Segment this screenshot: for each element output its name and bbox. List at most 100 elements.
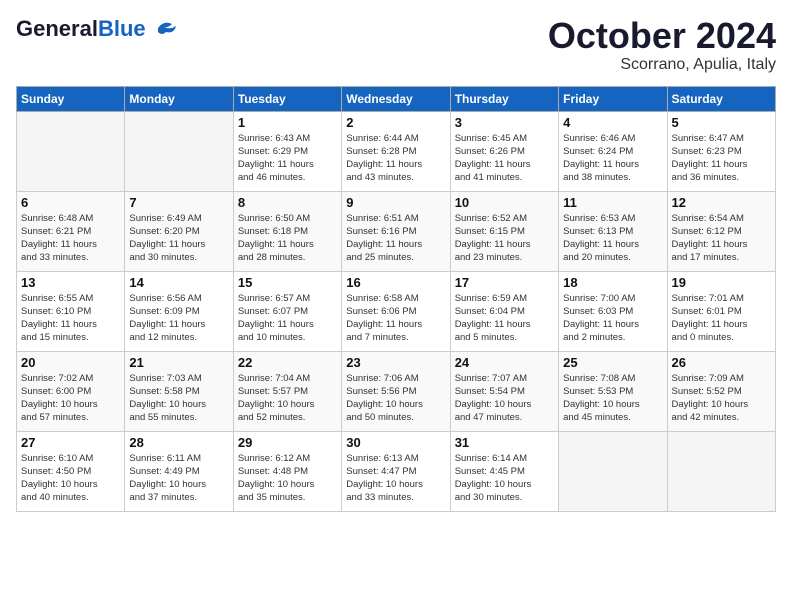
day-number: 8 bbox=[238, 195, 337, 210]
day-number: 25 bbox=[563, 355, 662, 370]
day-info: Sunrise: 6:47 AM Sunset: 6:23 PM Dayligh… bbox=[672, 132, 771, 185]
day-number: 7 bbox=[129, 195, 228, 210]
day-number: 27 bbox=[21, 435, 120, 450]
calendar-cell: 2 Sunrise: 6:44 AM Sunset: 6:28 PM Daylig… bbox=[342, 111, 450, 191]
calendar-cell bbox=[559, 431, 667, 511]
day-info: Sunrise: 7:09 AM Sunset: 5:52 PM Dayligh… bbox=[672, 372, 771, 425]
calendar-cell: 1Sunrise: 6:43 AM Sunset: 6:29 PM Daylig… bbox=[233, 111, 341, 191]
title-area: October 2024 Scorrano, Apulia, Italy bbox=[548, 16, 776, 74]
day-number: 17 bbox=[455, 275, 554, 290]
logo-text: GeneralBlue bbox=[16, 16, 146, 42]
day-info: Sunrise: 7:06 AM Sunset: 5:56 PM Dayligh… bbox=[346, 372, 445, 425]
day-info: Sunrise: 6:44 AM Sunset: 6:28 PM Dayligh… bbox=[346, 132, 445, 185]
calendar-cell: 8 Sunrise: 6:50 AM Sunset: 6:18 PM Daylig… bbox=[233, 191, 341, 271]
day-number: 15 bbox=[238, 275, 337, 290]
weekday-header-thursday: Thursday bbox=[450, 86, 558, 111]
day-info: Sunrise: 6:11 AM Sunset: 4:49 PM Dayligh… bbox=[129, 452, 228, 505]
day-info: Sunrise: 7:01 AM Sunset: 6:01 PM Dayligh… bbox=[672, 292, 771, 345]
day-info: Sunrise: 7:04 AM Sunset: 5:57 PM Dayligh… bbox=[238, 372, 337, 425]
day-info: Sunrise: 6:50 AM Sunset: 6:18 PM Dayligh… bbox=[238, 212, 337, 265]
calendar-cell: 22 Sunrise: 7:04 AM Sunset: 5:57 PM Dayli… bbox=[233, 351, 341, 431]
calendar-week-row: 27 Sunrise: 6:10 AM Sunset: 4:50 PM Dayli… bbox=[17, 431, 776, 511]
day-number: 16 bbox=[346, 275, 445, 290]
month-title: October 2024 bbox=[548, 16, 776, 56]
day-info: Sunrise: 6:59 AM Sunset: 6:04 PM Dayligh… bbox=[455, 292, 554, 345]
weekday-header-friday: Friday bbox=[559, 86, 667, 111]
day-number: 30 bbox=[346, 435, 445, 450]
calendar-cell: 7 Sunrise: 6:49 AM Sunset: 6:20 PM Daylig… bbox=[125, 191, 233, 271]
day-number: 13 bbox=[21, 275, 120, 290]
day-info: Sunrise: 6:49 AM Sunset: 6:20 PM Dayligh… bbox=[129, 212, 228, 265]
weekday-header-monday: Monday bbox=[125, 86, 233, 111]
day-info: Sunrise: 6:13 AM Sunset: 4:47 PM Dayligh… bbox=[346, 452, 445, 505]
day-number: 22 bbox=[238, 355, 337, 370]
day-number: 11 bbox=[563, 195, 662, 210]
calendar-cell: 31Sunrise: 6:14 AM Sunset: 4:45 PM Dayli… bbox=[450, 431, 558, 511]
day-number: 24 bbox=[455, 355, 554, 370]
day-number: 12 bbox=[672, 195, 771, 210]
day-info: Sunrise: 7:03 AM Sunset: 5:58 PM Dayligh… bbox=[129, 372, 228, 425]
weekday-header-sunday: Sunday bbox=[17, 86, 125, 111]
day-number: 18 bbox=[563, 275, 662, 290]
day-info: Sunrise: 6:45 AM Sunset: 6:26 PM Dayligh… bbox=[455, 132, 554, 185]
calendar-cell: 10Sunrise: 6:52 AM Sunset: 6:15 PM Dayli… bbox=[450, 191, 558, 271]
weekday-header-wednesday: Wednesday bbox=[342, 86, 450, 111]
calendar-cell: 12Sunrise: 6:54 AM Sunset: 6:12 PM Dayli… bbox=[667, 191, 775, 271]
day-number: 29 bbox=[238, 435, 337, 450]
day-number: 19 bbox=[672, 275, 771, 290]
day-number: 4 bbox=[563, 115, 662, 130]
calendar-cell: 17 Sunrise: 6:59 AM Sunset: 6:04 PM Dayli… bbox=[450, 271, 558, 351]
calendar-week-row: 1Sunrise: 6:43 AM Sunset: 6:29 PM Daylig… bbox=[17, 111, 776, 191]
day-number: 23 bbox=[346, 355, 445, 370]
day-info: Sunrise: 6:56 AM Sunset: 6:09 PM Dayligh… bbox=[129, 292, 228, 345]
calendar-cell: 26Sunrise: 7:09 AM Sunset: 5:52 PM Dayli… bbox=[667, 351, 775, 431]
day-info: Sunrise: 7:08 AM Sunset: 5:53 PM Dayligh… bbox=[563, 372, 662, 425]
day-info: Sunrise: 6:58 AM Sunset: 6:06 PM Dayligh… bbox=[346, 292, 445, 345]
calendar-cell: 28 Sunrise: 6:11 AM Sunset: 4:49 PM Dayli… bbox=[125, 431, 233, 511]
day-number: 2 bbox=[346, 115, 445, 130]
calendar-table: SundayMondayTuesdayWednesdayThursdayFrid… bbox=[16, 86, 776, 512]
calendar-cell bbox=[17, 111, 125, 191]
calendar-cell: 15 Sunrise: 6:57 AM Sunset: 6:07 PM Dayli… bbox=[233, 271, 341, 351]
day-info: Sunrise: 6:57 AM Sunset: 6:07 PM Dayligh… bbox=[238, 292, 337, 345]
calendar-cell: 18 Sunrise: 7:00 AM Sunset: 6:03 PM Dayli… bbox=[559, 271, 667, 351]
calendar-cell: 29 Sunrise: 6:12 AM Sunset: 4:48 PM Dayli… bbox=[233, 431, 341, 511]
calendar-cell: 14Sunrise: 6:56 AM Sunset: 6:09 PM Dayli… bbox=[125, 271, 233, 351]
weekday-header-saturday: Saturday bbox=[667, 86, 775, 111]
calendar-cell: 4Sunrise: 6:46 AM Sunset: 6:24 PM Daylig… bbox=[559, 111, 667, 191]
calendar-cell: 9Sunrise: 6:51 AM Sunset: 6:16 PM Daylig… bbox=[342, 191, 450, 271]
calendar-cell: 3 Sunrise: 6:45 AM Sunset: 6:26 PM Daylig… bbox=[450, 111, 558, 191]
logo-bird-icon bbox=[150, 18, 180, 40]
logo: GeneralBlue bbox=[16, 16, 180, 42]
calendar-cell: 30 Sunrise: 6:13 AM Sunset: 4:47 PM Dayli… bbox=[342, 431, 450, 511]
day-info: Sunrise: 6:12 AM Sunset: 4:48 PM Dayligh… bbox=[238, 452, 337, 505]
weekday-header-tuesday: Tuesday bbox=[233, 86, 341, 111]
day-number: 1 bbox=[238, 115, 337, 130]
calendar-cell bbox=[667, 431, 775, 511]
day-info: Sunrise: 7:07 AM Sunset: 5:54 PM Dayligh… bbox=[455, 372, 554, 425]
day-number: 5 bbox=[672, 115, 771, 130]
day-info: Sunrise: 7:00 AM Sunset: 6:03 PM Dayligh… bbox=[563, 292, 662, 345]
day-number: 9 bbox=[346, 195, 445, 210]
day-info: Sunrise: 6:48 AM Sunset: 6:21 PM Dayligh… bbox=[21, 212, 120, 265]
calendar-cell: 5 Sunrise: 6:47 AM Sunset: 6:23 PM Daylig… bbox=[667, 111, 775, 191]
calendar-cell: 25 Sunrise: 7:08 AM Sunset: 5:53 PM Dayli… bbox=[559, 351, 667, 431]
day-number: 28 bbox=[129, 435, 228, 450]
day-info: Sunrise: 6:10 AM Sunset: 4:50 PM Dayligh… bbox=[21, 452, 120, 505]
day-info: Sunrise: 6:14 AM Sunset: 4:45 PM Dayligh… bbox=[455, 452, 554, 505]
day-info: Sunrise: 7:02 AM Sunset: 6:00 PM Dayligh… bbox=[21, 372, 120, 425]
calendar-cell: 20 Sunrise: 7:02 AM Sunset: 6:00 PM Dayli… bbox=[17, 351, 125, 431]
calendar-cell bbox=[125, 111, 233, 191]
calendar-cell: 24 Sunrise: 7:07 AM Sunset: 5:54 PM Dayli… bbox=[450, 351, 558, 431]
calendar-week-row: 6Sunrise: 6:48 AM Sunset: 6:21 PM Daylig… bbox=[17, 191, 776, 271]
day-number: 3 bbox=[455, 115, 554, 130]
day-info: Sunrise: 6:52 AM Sunset: 6:15 PM Dayligh… bbox=[455, 212, 554, 265]
calendar-cell: 13Sunrise: 6:55 AM Sunset: 6:10 PM Dayli… bbox=[17, 271, 125, 351]
day-info: Sunrise: 6:53 AM Sunset: 6:13 PM Dayligh… bbox=[563, 212, 662, 265]
calendar-cell: 27 Sunrise: 6:10 AM Sunset: 4:50 PM Dayli… bbox=[17, 431, 125, 511]
calendar-cell: 16 Sunrise: 6:58 AM Sunset: 6:06 PM Dayli… bbox=[342, 271, 450, 351]
day-number: 20 bbox=[21, 355, 120, 370]
calendar-cell: 11 Sunrise: 6:53 AM Sunset: 6:13 PM Dayli… bbox=[559, 191, 667, 271]
calendar-cell: 23 Sunrise: 7:06 AM Sunset: 5:56 PM Dayli… bbox=[342, 351, 450, 431]
page-header: GeneralBlue October 2024 Scorrano, Apuli… bbox=[16, 16, 776, 74]
